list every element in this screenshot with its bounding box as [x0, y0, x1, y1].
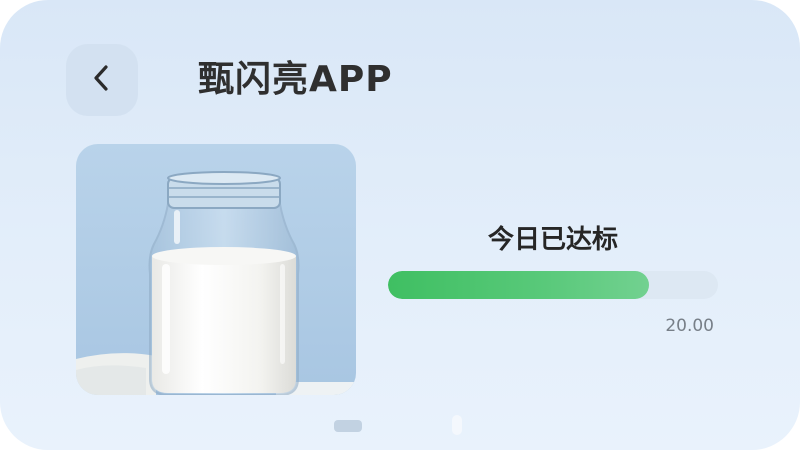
home-indicator-right	[452, 415, 462, 435]
progress-bar	[388, 271, 718, 299]
progress-bar-fill	[388, 271, 649, 299]
chevron-left-icon	[87, 63, 117, 97]
back-button[interactable]	[66, 44, 138, 116]
progress-value: 20.00	[665, 316, 714, 336]
app-screen: 甄闪亮APP 今日已达标 20.00	[0, 0, 800, 450]
status-label: 今日已达标	[487, 225, 618, 255]
home-indicator-left	[334, 420, 362, 432]
milk-bottle-image	[76, 144, 356, 395]
page-title: 甄闪亮APP	[198, 59, 393, 100]
